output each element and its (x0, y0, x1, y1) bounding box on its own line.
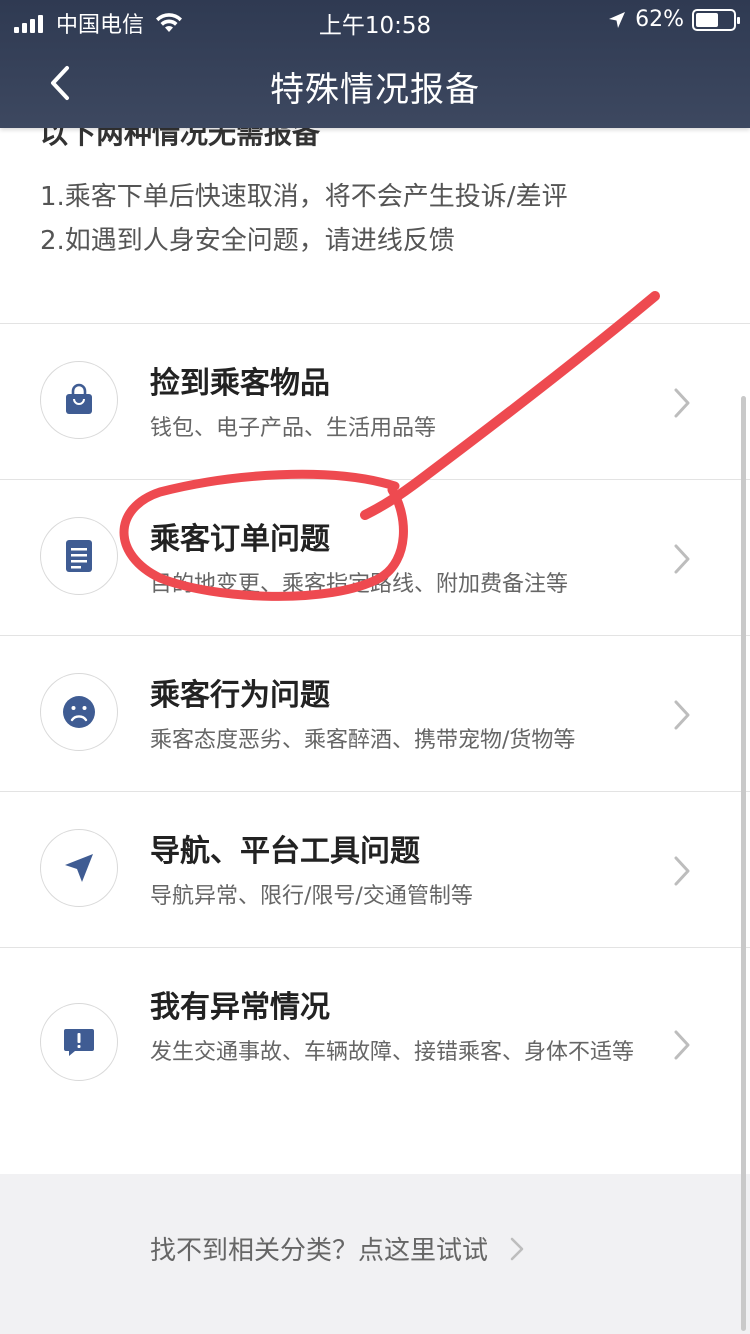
item-subtitle: 目的地变更、乘客指定路线、附加费备注等 (150, 572, 569, 597)
list-item-order-issue[interactable]: 乘客订单问题 目的地变更、乘客指定路线、附加费备注等 (0, 480, 750, 635)
scrollbar[interactable] (741, 396, 746, 1331)
document-icon (66, 540, 92, 572)
location-arrow-icon (609, 11, 626, 28)
list-item-abnormal-situation[interactable]: 我有异常情况 发生交通事故、车辆故障、接错乘客、身体不适等 (0, 948, 750, 1138)
item-icon-circle (40, 361, 118, 439)
notice-title: 以下两种情况无需报备 (40, 128, 321, 150)
page-title: 特殊情况报备 (270, 70, 480, 110)
item-subtitle: 导航异常、限行/限号/交通管制等 (150, 884, 473, 909)
item-title: 我有异常情况 (150, 990, 330, 1025)
chevron-right-icon (674, 856, 690, 886)
footer-link-label: 找不到相关分类？点这里试试 (150, 1236, 489, 1266)
header: 中国电信 上午10:58 62% 特殊情况报备 (0, 0, 750, 128)
item-title: 捡到乘客物品 (150, 366, 330, 401)
battery-icon (692, 8, 740, 31)
notice-line-1: 1.乘客下单后快速取消，将不会产生投诉/差评 (40, 182, 568, 212)
sad-face-icon (63, 696, 95, 728)
nav-bar: 特殊情况报备 (0, 40, 750, 128)
category-not-found-link[interactable]: 找不到相关分类？点这里试试 (150, 1230, 526, 1267)
item-icon-circle (40, 1003, 118, 1081)
list-item-navigation-tools[interactable]: 导航、平台工具问题 导航异常、限行/限号/交通管制等 (0, 792, 750, 947)
item-subtitle: 发生交通事故、车辆故障、接错乘客、身体不适等 (150, 1040, 635, 1065)
list-item-passenger-behavior[interactable]: 乘客行为问题 乘客态度恶劣、乘客醉酒、携带宠物/货物等 (0, 636, 750, 791)
list-item-lost-items[interactable]: 捡到乘客物品 钱包、电子产品、生活用品等 (0, 324, 750, 479)
item-icon-circle (40, 673, 118, 751)
item-subtitle: 钱包、电子产品、生活用品等 (150, 416, 437, 441)
status-right: 62% (607, 7, 740, 32)
shopping-bag-icon (66, 383, 92, 414)
item-subtitle: 乘客态度恶劣、乘客醉酒、携带宠物/货物等 (150, 728, 576, 753)
item-title: 乘客订单问题 (150, 522, 330, 557)
item-icon-circle (40, 829, 118, 907)
notice-section: 以下两种情况无需报备 1.乘客下单后快速取消，将不会产生投诉/差评 2.如遇到人… (0, 128, 750, 324)
battery-percentage: 62% (635, 7, 684, 32)
chevron-right-icon (674, 700, 690, 730)
status-bar: 中国电信 上午10:58 62% (0, 0, 750, 40)
notice-line-2: 2.如遇到人身安全问题，请进线反馈 (40, 226, 455, 256)
chevron-right-icon (510, 1237, 524, 1260)
chevron-right-icon (674, 388, 690, 418)
chevron-right-icon (674, 544, 690, 574)
battery-fill (696, 12, 719, 27)
chevron-right-icon (674, 1030, 690, 1060)
navigation-arrow-icon (65, 854, 93, 882)
footer: 找不到相关分类？点这里试试 (0, 1174, 750, 1334)
item-title: 乘客行为问题 (150, 678, 330, 713)
item-title: 导航、平台工具问题 (150, 834, 420, 869)
item-icon-circle (40, 517, 118, 595)
alert-message-icon (64, 1029, 94, 1056)
